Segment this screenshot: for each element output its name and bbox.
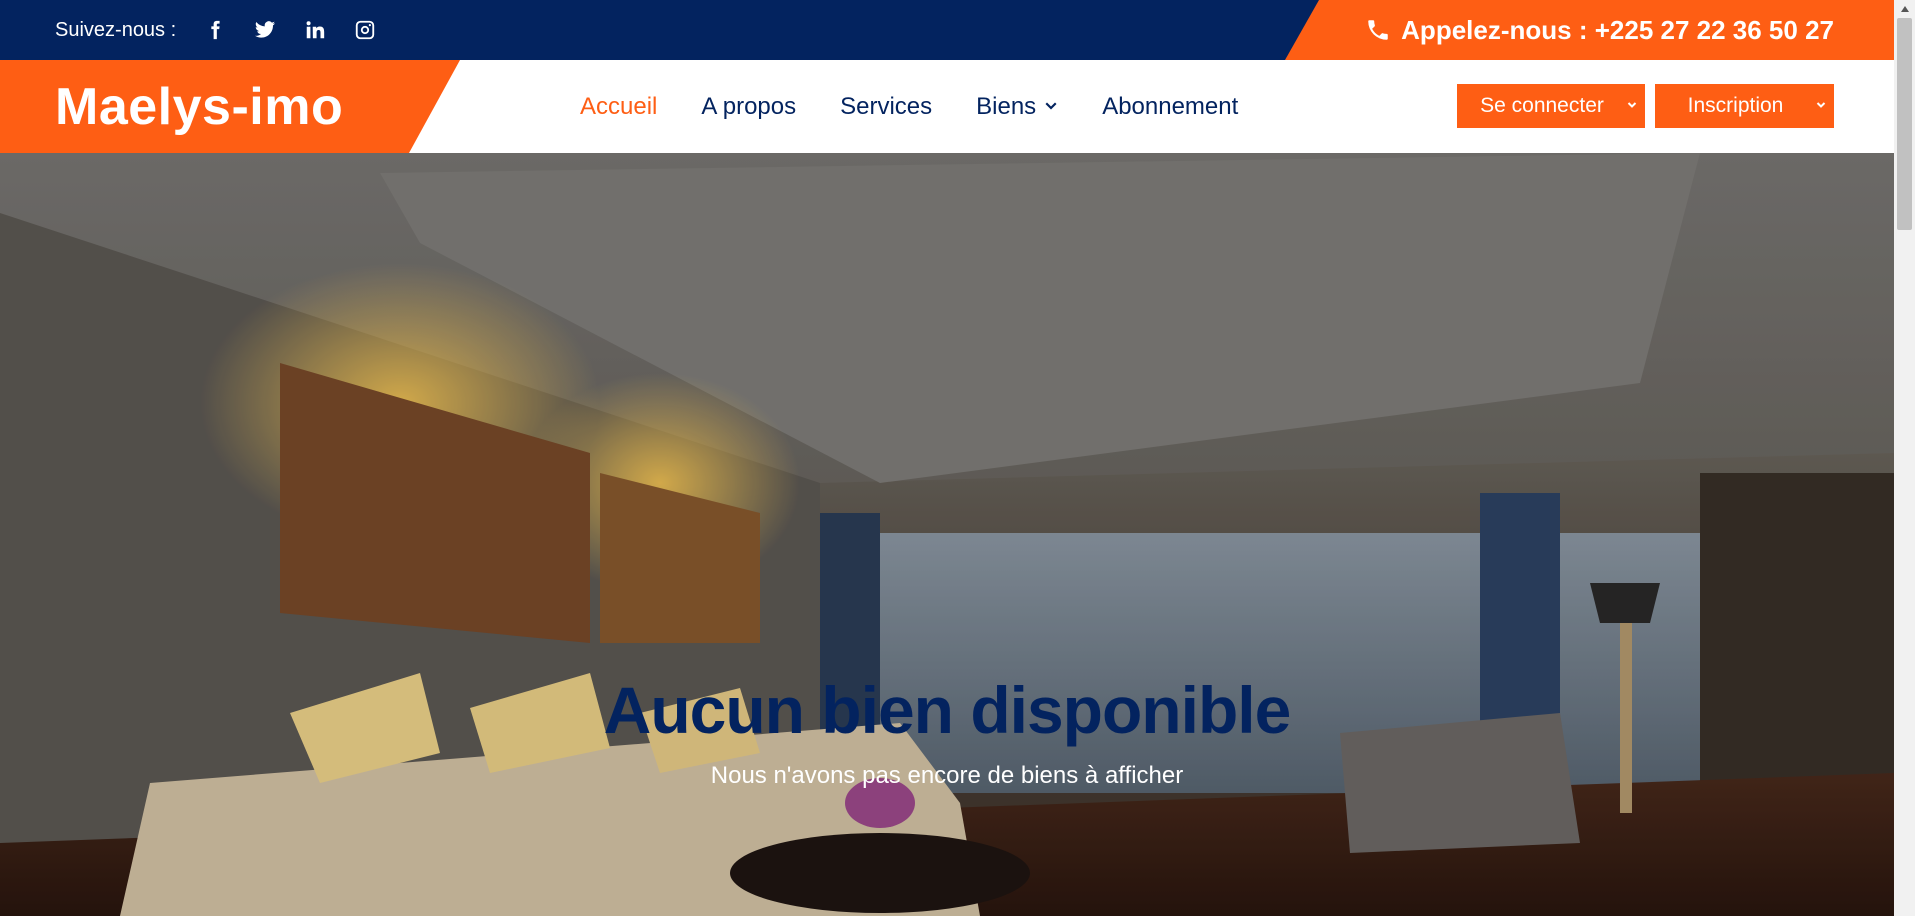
signup-button[interactable]: Inscription [1655, 84, 1834, 128]
hero-subtitle: Nous n'avons pas encore de biens à affic… [710, 762, 1184, 789]
twitter-icon[interactable] [253, 18, 277, 42]
menu-item-services[interactable]: Services [840, 93, 932, 121]
login-button-label: Se connecter [1480, 94, 1604, 117]
hero-background-image [0, 153, 1894, 916]
login-button[interactable]: Se connecter [1457, 84, 1645, 128]
menu-item-accueil[interactable]: Accueil [580, 93, 657, 121]
auth-buttons: Se connecter Inscription [1447, 84, 1834, 128]
menu-item-biens[interactable]: Biens [976, 93, 1058, 121]
page: Suivez-nous : Appelez-nous : +225 27 22 … [0, 0, 1894, 916]
hero-title: Aucun bien disponible [603, 673, 1292, 748]
menu-item-abonnement[interactable]: Abonnement [1102, 93, 1238, 121]
call-link[interactable]: Appelez-nous : +225 27 22 36 50 27 [1365, 0, 1834, 60]
chevron-down-icon [1044, 100, 1058, 114]
chevron-down-icon [1816, 100, 1826, 110]
navbar: Maelys-imo Accueil A propos Services Bie… [0, 60, 1894, 153]
social-follow: Suivez-nous : [55, 0, 390, 60]
follow-label: Suivez-nous : [55, 18, 177, 41]
phone-icon [1368, 20, 1388, 40]
linkedin-icon[interactable] [303, 18, 327, 42]
page-scrollbar[interactable] [1894, 0, 1915, 916]
hero-section: Aucun bien disponible Nous n'avons pas e… [0, 153, 1894, 916]
top-bar: Suivez-nous : Appelez-nous : +225 27 22 … [0, 0, 1894, 60]
instagram-icon[interactable] [353, 18, 377, 42]
chevron-down-icon [1627, 100, 1637, 110]
call-text: Appelez-nous : +225 27 22 36 50 27 [1401, 14, 1834, 45]
main-menu: Accueil A propos Services Biens Abonneme… [580, 60, 1282, 153]
menu-item-biens-label: Biens [976, 92, 1037, 120]
signup-button-label: Inscription [1687, 94, 1784, 117]
menu-item-a-propos[interactable]: A propos [701, 93, 796, 121]
scroll-up-icon[interactable] [1894, 0, 1915, 18]
site-logo[interactable]: Maelys-imo [55, 60, 343, 153]
facebook-icon[interactable] [203, 18, 227, 42]
scrollbar-thumb[interactable] [1897, 18, 1912, 230]
